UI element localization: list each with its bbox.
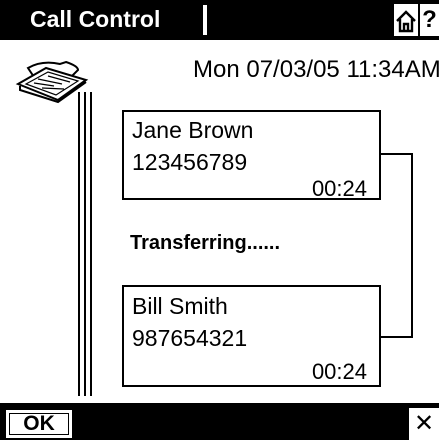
transfer-link-bracket [381, 153, 413, 338]
softkey-bar: OK ✕ [0, 403, 439, 440]
call-card-transfer-target[interactable]: Bill Smith 987654321 00:24 [122, 285, 381, 387]
title-divider [203, 5, 207, 35]
title-bar: Call Control ? [0, 0, 439, 40]
caller-name: Jane Brown [132, 117, 254, 143]
close-button[interactable]: ✕ [409, 408, 439, 440]
caller-name: Bill Smith [132, 293, 228, 319]
home-icon [396, 10, 416, 33]
close-icon: ✕ [413, 410, 435, 437]
home-button[interactable] [394, 4, 418, 36]
ok-button[interactable]: OK [6, 410, 72, 438]
help-button[interactable]: ? [420, 4, 439, 36]
call-duration: 00:24 [311, 359, 367, 384]
window-title: Call Control [30, 6, 161, 32]
caller-number: 987654321 [132, 325, 248, 351]
phone-cord [78, 92, 92, 396]
transfer-status: Transferring...... [130, 232, 281, 254]
call-card-active[interactable]: Jane Brown 123456789 00:24 [122, 110, 381, 201]
caller-number: 123456789 [132, 149, 248, 175]
date-time: Mon 07/03/05 11:34AM [193, 56, 439, 83]
call-duration: 00:24 [311, 176, 367, 201]
